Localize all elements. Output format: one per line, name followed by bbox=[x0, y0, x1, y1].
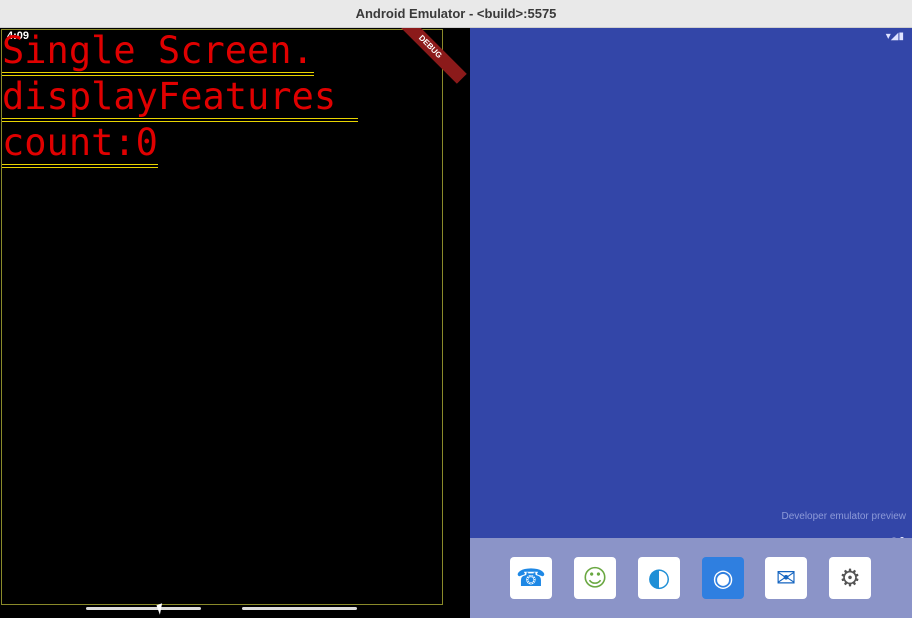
text-line-1: Single Screen. bbox=[2, 29, 314, 76]
store-glyph-icon: ☺ bbox=[582, 564, 608, 592]
settings-app-icon[interactable]: ⚙ bbox=[829, 557, 871, 599]
edge-glyph-icon: ◐ bbox=[647, 563, 671, 593]
window-title: Android Emulator - <build>:5575 bbox=[355, 6, 557, 21]
camera-app-icon[interactable]: ◉ bbox=[702, 557, 744, 599]
text-line-3: count:0 bbox=[2, 121, 158, 168]
gesture-nav-bar-left[interactable] bbox=[86, 607, 201, 610]
edge-app-icon[interactable]: ◐ bbox=[638, 557, 680, 599]
text-line-2: displayFeatures bbox=[2, 75, 359, 122]
right-screen-home[interactable]: ▾◢▮ Developer emulator preview ☎ ☺ ◐ ◉ ✉… bbox=[470, 28, 912, 618]
gesture-nav-bar-right[interactable] bbox=[242, 607, 357, 610]
display-features-text: Single Screen. displayFeatures count:0 bbox=[2, 28, 359, 168]
outlook-app-icon[interactable]: ✉ bbox=[765, 557, 807, 599]
app-dock: ☎ ☺ ◐ ◉ ✉ ⚙ bbox=[470, 538, 912, 618]
phone-app-icon[interactable]: ☎ bbox=[510, 557, 552, 599]
phone-glyph-icon: ☎ bbox=[516, 564, 546, 592]
settings-glyph-icon: ⚙ bbox=[839, 564, 861, 592]
status-icons: ▾◢▮ bbox=[885, 31, 904, 42]
camera-glyph-icon: ◉ bbox=[712, 564, 734, 592]
developer-preview-label: Developer emulator preview bbox=[781, 511, 906, 522]
store-app-icon[interactable]: ☺ bbox=[574, 557, 616, 599]
outlook-glyph-icon: ✉ bbox=[775, 564, 797, 592]
left-screen[interactable]: 4:09 DEBUG Single Screen. displayFeature… bbox=[0, 28, 470, 618]
window-titlebar[interactable]: Android Emulator - <build>:5575 bbox=[0, 0, 912, 28]
